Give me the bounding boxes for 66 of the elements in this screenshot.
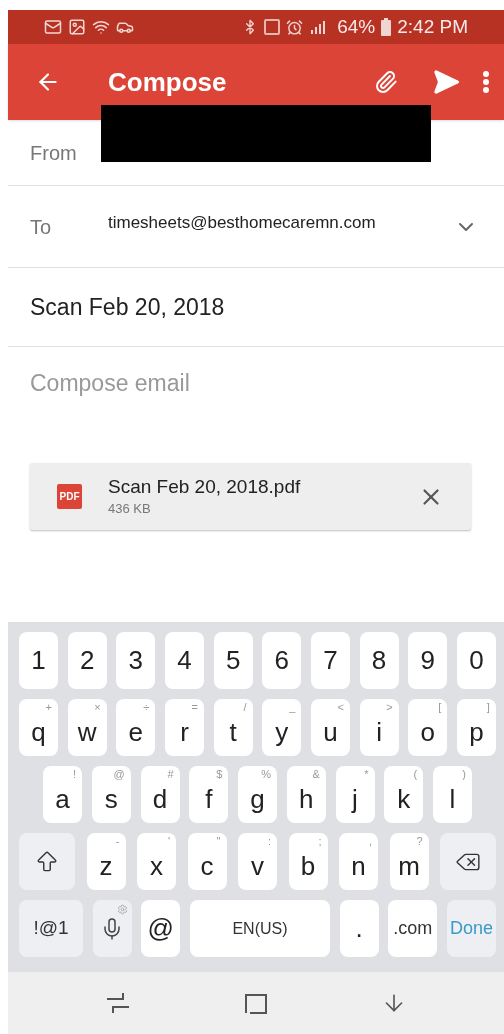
- keyboard-key[interactable]: ; b: [288, 833, 328, 890]
- alarm-icon: [286, 18, 304, 36]
- keyboard-key[interactable]: 4: [164, 632, 204, 689]
- keyboard-key[interactable]: ÷ e: [116, 699, 156, 756]
- keyboard-key[interactable]: ) l: [433, 766, 472, 823]
- body-field[interactable]: Compose email: [8, 347, 504, 419]
- keyboard-key[interactable]: $ f: [189, 766, 229, 823]
- keyboard-key[interactable]: ( k: [384, 766, 424, 823]
- backspace-key[interactable]: [440, 833, 496, 890]
- gear-icon: [116, 904, 128, 915]
- keyboard-key[interactable]: : v: [238, 833, 277, 890]
- keyboard-key[interactable]: @ s: [91, 766, 131, 823]
- keyboard-key[interactable]: × w: [67, 699, 107, 756]
- shift-key[interactable]: [19, 833, 75, 890]
- recent-apps-icon[interactable]: [104, 991, 131, 1015]
- app-bar-title: Compose: [108, 65, 227, 99]
- to-label: To: [30, 214, 53, 240]
- keyboard-key[interactable]: ? m: [389, 833, 429, 890]
- clock-time: 2:42 PM: [397, 14, 468, 39]
- voice-input-key[interactable]: [92, 900, 132, 957]
- attachment-size: 436 KB: [108, 499, 152, 518]
- keyboard-key[interactable]: ] p: [456, 699, 496, 756]
- keyboard-key[interactable]: @: [141, 900, 181, 957]
- keyboard-key[interactable]: .: [339, 900, 379, 957]
- send-icon: [432, 68, 460, 96]
- keyboard-key[interactable]: ' x: [137, 833, 176, 890]
- keyboard-key[interactable]: > i: [359, 699, 399, 756]
- keyboard-key[interactable]: ! a: [43, 766, 82, 823]
- keyboard-key[interactable]: .com: [388, 900, 438, 957]
- keyboard-key[interactable]: 3: [116, 632, 156, 689]
- keyboard-key[interactable]: = r: [164, 699, 204, 756]
- keyboard-key[interactable]: % g: [238, 766, 277, 823]
- more-icon: [483, 71, 489, 93]
- mail-icon: [44, 18, 62, 36]
- keyboard-key[interactable]: < u: [310, 699, 350, 756]
- keyboard-key[interactable]: 0: [456, 632, 496, 689]
- subject-field[interactable]: Scan Feb 20, 2018: [30, 289, 225, 325]
- keyboard-key[interactable]: 5: [213, 632, 253, 689]
- battery-icon: [381, 18, 392, 36]
- paperclip-icon: [374, 70, 398, 94]
- keyboard-key[interactable]: , n: [339, 833, 378, 890]
- keyboard-key[interactable]: / t: [213, 699, 253, 756]
- keyboard-key[interactable]: 2: [67, 632, 107, 689]
- space-key[interactable]: EN(US): [189, 900, 330, 957]
- keyboard-key[interactable]: & h: [286, 766, 326, 823]
- keyboard-key[interactable]: " c: [187, 833, 227, 890]
- image-icon: [68, 18, 86, 36]
- recipient-address[interactable]: timesheets@besthomecaremn.com: [108, 209, 454, 236]
- keyboard-key[interactable]: * j: [335, 766, 375, 823]
- keyboard-key[interactable]: 6: [262, 632, 302, 689]
- keyboard-key[interactable]: + q: [19, 699, 58, 756]
- wifi-icon: [92, 18, 110, 36]
- keyboard-key[interactable]: # d: [140, 766, 180, 823]
- battery-percent: 64%: [337, 14, 376, 39]
- home-icon[interactable]: [244, 991, 268, 1015]
- keyboard-key[interactable]: _ y: [262, 699, 302, 756]
- symbols-key[interactable]: !@1: [19, 900, 83, 957]
- pdf-icon: PDF: [57, 484, 82, 509]
- keyboard-key[interactable]: [ o: [408, 699, 448, 756]
- keyboard-key[interactable]: - z: [86, 833, 126, 890]
- keyboard-key[interactable]: 9: [408, 632, 448, 689]
- from-label: From: [30, 140, 77, 166]
- keyboard-key[interactable]: 1: [19, 632, 58, 689]
- keyboard-key[interactable]: 8: [359, 632, 399, 689]
- keyboard-key[interactable]: 7: [310, 632, 350, 689]
- attachment-name: Scan Feb 20, 2018.pdf: [108, 474, 302, 499]
